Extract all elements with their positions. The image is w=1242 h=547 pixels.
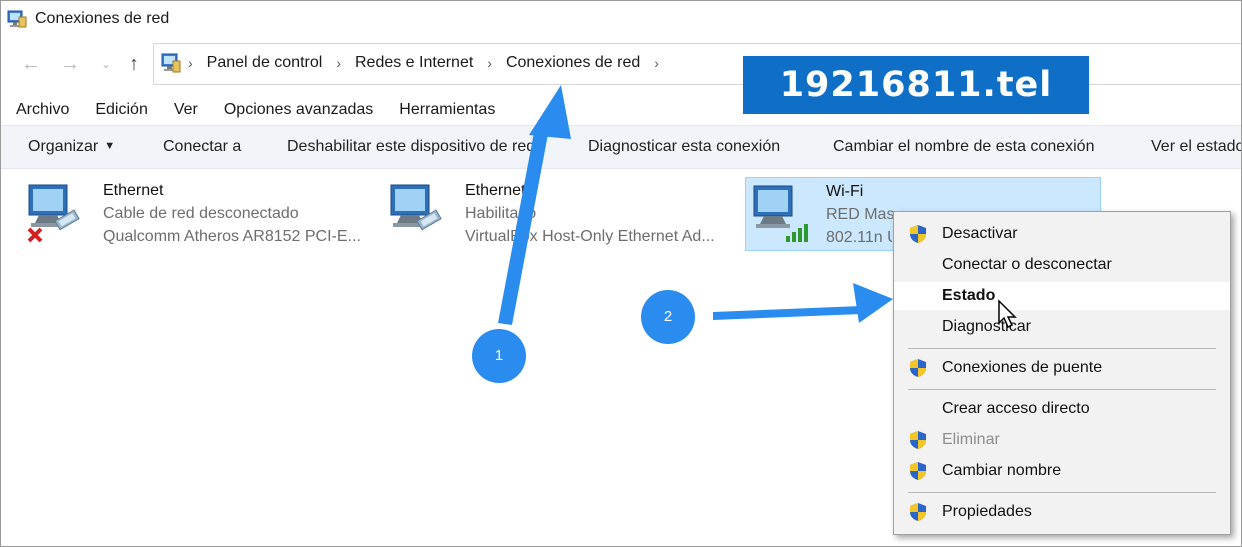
breadcrumb-separator-icon[interactable]: › — [336, 55, 341, 71]
ethernet-disconnected-icon — [27, 184, 80, 243]
title-bar: Conexiones de red — [1, 1, 1241, 37]
menu-item-eliminar: Eliminar — [894, 426, 1230, 454]
menu-edicion[interactable]: Edición — [80, 97, 158, 123]
menu-separator — [908, 348, 1216, 349]
connection-status: Habilitado — [465, 205, 537, 222]
organize-label: Organizar — [28, 138, 99, 155]
menu-item-crear-acceso-directo[interactable]: Crear acceso directo — [894, 395, 1230, 423]
forward-arrow-icon[interactable]: → — [57, 51, 83, 77]
step-2-badge: 2 — [641, 290, 695, 344]
breadcrumb-separator-icon[interactable]: › — [654, 55, 659, 71]
connection-status: RED Mas — [826, 206, 895, 223]
menu-item-label: Desactivar — [942, 225, 1018, 242]
connection-name: Wi-Fi — [826, 183, 864, 200]
uac-shield-icon — [910, 359, 926, 377]
menu-item-propiedades[interactable]: Propiedades — [894, 498, 1230, 526]
menu-separator — [908, 492, 1216, 493]
menu-item-estado[interactable]: Estado — [894, 282, 1230, 310]
back-arrow-icon[interactable]: ← — [18, 51, 44, 77]
breadcrumb: › Panel de control › Redes e Internet › … — [188, 54, 673, 72]
menu-item-label: Conexiones de puente — [942, 359, 1103, 376]
command-bar: Organizar ▼ Conectar a Deshabilitar este … — [1, 125, 1241, 169]
wifi-signal-icon — [753, 185, 808, 242]
recent-locations-chevron-icon[interactable]: ⌄ — [93, 51, 119, 77]
uac-shield-icon — [910, 503, 926, 521]
breadcrumb-separator-icon[interactable]: › — [188, 55, 193, 71]
connect-to-button[interactable]: Conectar a — [163, 138, 241, 156]
organize-button[interactable]: Organizar ▼ — [28, 138, 115, 156]
connection-tile-ethernet-qualcomm[interactable]: Ethernet Cable de red desconectado Qualc… — [25, 177, 365, 249]
ethernet-icon — [390, 184, 442, 231]
menu-ver[interactable]: Ver — [159, 97, 209, 123]
menu-item-conectar-o-desconectar[interactable]: Conectar o desconectar — [894, 251, 1230, 279]
menu-opciones-avanzadas[interactable]: Opciones avanzadas — [209, 97, 384, 123]
menu-item-label: Cambiar nombre — [942, 462, 1062, 479]
menu-separator — [908, 389, 1216, 390]
menu-item-label: Crear acceso directo — [942, 400, 1090, 417]
connection-status: Cable de red desconectado — [103, 205, 299, 222]
disable-device-button[interactable]: Deshabilitar este dispositivo de red — [287, 138, 545, 156]
connection-device: 802.11n U — [826, 229, 892, 246]
menu-item-diagnosticar[interactable]: Diagnosticar — [894, 313, 1230, 341]
uac-shield-icon — [910, 431, 926, 449]
up-arrow-icon[interactable]: ↑ — [121, 51, 147, 77]
site-watermark: 19216811.tel — [743, 56, 1089, 114]
dropdown-caret-icon: ▼ — [104, 140, 116, 152]
breadcrumb-redes-e-internet[interactable]: Redes e Internet — [355, 54, 473, 72]
view-status-button[interactable]: Ver el estado — [1151, 138, 1241, 156]
uac-shield-icon — [910, 462, 926, 480]
breadcrumb-separator-icon[interactable]: › — [487, 55, 492, 71]
menu-item-label: Propiedades — [942, 503, 1032, 520]
step-1-badge: 1 — [472, 329, 526, 383]
connection-device: VirtualBox Host-Only Ethernet Ad... — [465, 228, 715, 245]
connection-tile-ethernet-virtualbox[interactable]: Ethernet Habilitado VirtualBox Host-Only… — [387, 177, 737, 249]
menu-item-label: Eliminar — [942, 431, 1000, 448]
breadcrumb-panel-de-control[interactable]: Panel de control — [207, 54, 323, 72]
connection-device: Qualcomm Atheros AR8152 PCI-E... — [103, 228, 361, 245]
diagnose-connection-button[interactable]: Diagnosticar esta conexión — [588, 138, 780, 156]
uac-shield-icon — [910, 225, 926, 243]
network-connections-window: Conexiones de red ← → ⌄ ↑ › Panel de con… — [0, 0, 1242, 547]
menu-archivo[interactable]: Archivo — [1, 97, 80, 123]
context-menu: Desactivar Conectar o desconectar Estado… — [893, 211, 1231, 535]
menu-item-desactivar[interactable]: Desactivar — [894, 220, 1230, 248]
menu-item-label: Conectar o desconectar — [942, 256, 1112, 273]
mouse-cursor-icon — [998, 299, 1017, 329]
rename-connection-button[interactable]: Cambiar el nombre de esta conexión — [833, 138, 1094, 156]
window-title: Conexiones de red — [35, 10, 170, 27]
connection-name: Ethernet — [103, 182, 164, 199]
menu-bar: Archivo Edición Ver Opciones avanzadas H… — [1, 97, 506, 123]
breadcrumb-conexiones-de-red[interactable]: Conexiones de red — [506, 54, 640, 72]
network-connections-icon — [7, 10, 27, 28]
arrow-to-estado-item — [713, 283, 893, 323]
connection-name: Ethernet — [465, 182, 526, 199]
menu-item-label: Estado — [942, 287, 996, 304]
menu-herramientas[interactable]: Herramientas — [384, 97, 506, 123]
control-panel-icon — [161, 53, 181, 73]
menu-item-conexiones-de-puente[interactable]: Conexiones de puente — [894, 354, 1230, 382]
menu-item-cambiar-nombre[interactable]: Cambiar nombre — [894, 457, 1230, 485]
